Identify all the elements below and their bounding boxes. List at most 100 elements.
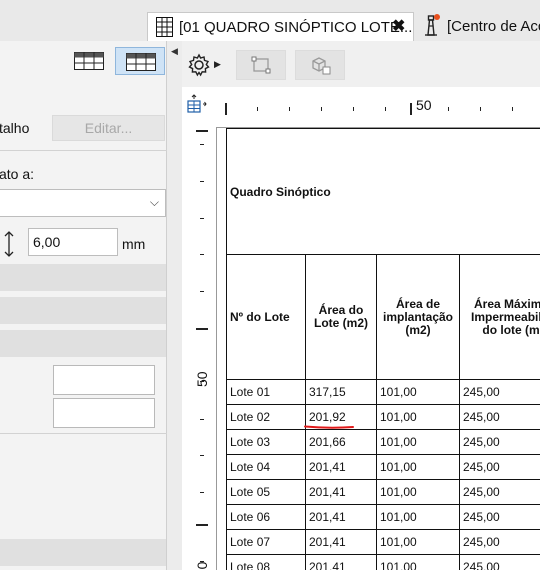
table-sheet: Quadro Sinóptico Nº do Lote Área do Lote…: [225, 128, 540, 570]
vertical-ruler: 50 100: [182, 117, 210, 570]
dropdown-arrow-icon[interactable]: ▶: [214, 59, 221, 70]
grid-icon: [126, 53, 156, 71]
table-cell[interactable]: 101,00: [376, 554, 460, 570]
tab-quadro-sinoptico[interactable]: [01 QUADRO SINÓPTICO LOTE... ✖: [147, 12, 414, 41]
ruler-tick: [257, 107, 258, 111]
divider: [0, 433, 167, 434]
table-cell[interactable]: Lote 02: [226, 404, 306, 430]
ruler-origin-icon[interactable]: [185, 93, 209, 115]
editor-toolbar: ▶: [182, 41, 540, 87]
table-cell[interactable]: 245,00: [458, 454, 540, 480]
settings-panel: talho Editar... ato a: ⌵ 6,00 mm: [0, 41, 167, 570]
table-cell[interactable]: 201,41: [305, 454, 377, 480]
tab-bar: [01 QUADRO SINÓPTICO LOTE... ✖ [Centro d…: [0, 0, 540, 41]
section-bar[interactable]: [0, 264, 166, 291]
header-cell[interactable]: Área Máxima Impermeabiliz do lote (m: [458, 254, 540, 380]
table-icon: [156, 17, 173, 37]
table-cell[interactable]: 245,00: [458, 379, 540, 405]
ruler-tick: [289, 107, 290, 111]
table-header-row: Nº do Lote Área do Lote (m2) Área de imp…: [226, 254, 540, 380]
table-cell[interactable]: 245,00: [458, 554, 540, 570]
tab-label: [01 QUADRO SINÓPTICO LOTE...: [179, 19, 413, 36]
tab-centro-de-accoes[interactable]: [Centro de Acçõ: [414, 12, 540, 41]
table-cell[interactable]: 245,00: [458, 529, 540, 555]
ruler-tick: [196, 328, 208, 330]
ruler-tick: [200, 492, 204, 493]
ruler-tick: [200, 419, 204, 420]
value-field[interactable]: [53, 398, 155, 428]
collapse-left-icon[interactable]: ◀: [171, 46, 178, 57]
horizontal-ruler: 50: [182, 89, 540, 117]
table-editor: ▶ 50 50 Quadro Sinóptico Nº do Lote Área…: [182, 41, 540, 570]
tab-strip-left: [0, 0, 147, 41]
table-cell[interactable]: 201,41: [305, 529, 377, 555]
ruler-tick: [196, 524, 208, 526]
table-cell[interactable]: Lote 07: [226, 529, 306, 555]
format-select[interactable]: ⌵: [0, 189, 166, 217]
table-cell[interactable]: 245,00: [458, 504, 540, 530]
table-cell[interactable]: 101,00: [376, 529, 460, 555]
table-cell[interactable]: 101,00: [376, 404, 460, 430]
ruler-tick: [353, 107, 354, 111]
table-cell[interactable]: Lote 08: [226, 554, 306, 570]
header-cell[interactable]: Área de implantação (m2): [376, 254, 460, 380]
ruler-label: 50: [194, 371, 210, 387]
quadro-sinoptico-table[interactable]: Quadro Sinóptico Nº do Lote Área do Lote…: [225, 128, 540, 570]
table-cell[interactable]: 201,41: [305, 479, 377, 505]
table-cell[interactable]: Lote 04: [226, 454, 306, 480]
ruler-tick: [196, 130, 208, 132]
table-title-row: Quadro Sinóptico: [225, 128, 540, 255]
ruler-tick: [200, 181, 204, 182]
close-icon[interactable]: ✖: [392, 16, 405, 36]
ruler-tick: [385, 107, 386, 111]
table-row: Lote 05 201,41 101,00 245,00: [226, 479, 540, 505]
table-title[interactable]: Quadro Sinóptico: [225, 128, 540, 255]
lighthouse-icon: [425, 14, 440, 36]
table-cell[interactable]: 101,00: [376, 429, 460, 455]
header-cell[interactable]: Nº do Lote: [226, 254, 306, 380]
table-view-button-selected[interactable]: [115, 47, 165, 75]
text-height-input[interactable]: 6,00: [28, 228, 118, 256]
table-row: Lote 03 201,66 101,00 245,00: [226, 429, 540, 455]
edit-button[interactable]: Editar...: [52, 115, 165, 141]
height-unit-label: mm: [122, 236, 146, 252]
text-height-icon: [4, 231, 14, 257]
section-bar[interactable]: [0, 539, 166, 566]
divider: [0, 150, 167, 151]
table-cell[interactable]: 245,00: [458, 404, 540, 430]
table-cell[interactable]: 245,00: [458, 429, 540, 455]
ruler-tick: [200, 381, 204, 382]
table-cell[interactable]: Lote 03: [226, 429, 306, 455]
table-cell[interactable]: 201,41: [305, 504, 377, 530]
ruler-tick: [512, 107, 513, 111]
tab-label: [Centro de Acçõ: [447, 18, 540, 35]
table-cell[interactable]: Lote 01: [226, 379, 306, 405]
table-cell[interactable]: 101,00: [376, 504, 460, 530]
table-view-button[interactable]: [64, 47, 114, 75]
section-bar[interactable]: [0, 330, 166, 357]
ruler-tick: [410, 103, 412, 115]
value-field[interactable]: [53, 365, 155, 395]
gear-icon[interactable]: [187, 53, 211, 77]
table-cell[interactable]: 201,41: [305, 554, 377, 570]
table-cell[interactable]: 317,15: [305, 379, 377, 405]
ruler-tick: [200, 291, 204, 292]
red-underline-annotation: [304, 425, 354, 429]
table-cell[interactable]: Lote 05: [226, 479, 306, 505]
ruler-label: 50: [416, 97, 432, 113]
table-cell[interactable]: 101,00: [376, 479, 460, 505]
table-cell[interactable]: 245,00: [458, 479, 540, 505]
table-cell[interactable]: Lote 06: [226, 504, 306, 530]
table-cell[interactable]: 101,00: [376, 379, 460, 405]
ruler-tick: [321, 107, 322, 111]
table-cell[interactable]: 201,66: [305, 429, 377, 455]
3d-view-button[interactable]: [295, 50, 345, 80]
ruler-tick: [200, 561, 204, 562]
table-cell[interactable]: 101,00: [376, 454, 460, 480]
section-bar[interactable]: [0, 297, 166, 324]
header-label: talho: [0, 120, 30, 136]
ruler-tick: [200, 218, 204, 219]
frame-select-button[interactable]: [236, 50, 286, 80]
panel-splitter[interactable]: ◀: [167, 41, 182, 570]
header-cell[interactable]: Área do Lote (m2): [305, 254, 377, 380]
